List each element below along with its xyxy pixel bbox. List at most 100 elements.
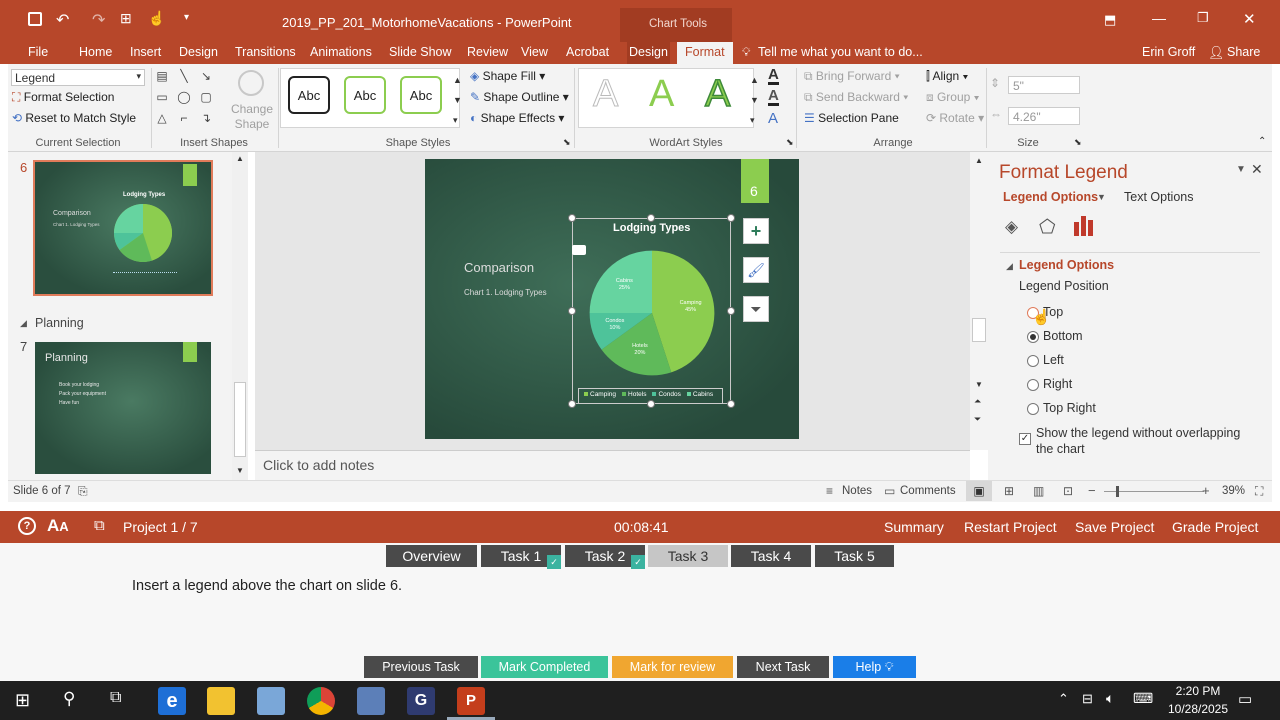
gallery-scroll-icon[interactable]: ▲ ▼ ▾: [453, 70, 462, 130]
text-fill-icon[interactable]: A: [768, 67, 779, 85]
scroll-down-icon[interactable]: ▼: [975, 380, 983, 389]
slideshow-icon[interactable]: ⊡: [1063, 484, 1073, 498]
customize-qat-icon[interactable]: ▾: [184, 12, 189, 23]
tab-format[interactable]: Format: [677, 42, 733, 64]
chrome-icon[interactable]: [307, 687, 335, 715]
gmetrix-icon[interactable]: G: [407, 687, 435, 715]
dialog-launcher-icon[interactable]: ⬊: [1074, 137, 1082, 148]
comment-icon[interactable]: [572, 245, 586, 255]
notes-pane[interactable]: Click to add notes: [255, 450, 970, 480]
next-slide-icon[interactable]: ⏷: [974, 414, 981, 425]
section-collapse-icon[interactable]: ◢: [20, 318, 27, 329]
connector-shape-icon[interactable]: ⌐: [176, 111, 192, 125]
slide-sorter-icon[interactable]: ⊞: [1004, 484, 1014, 498]
rounded-rect-shape-icon[interactable]: ▢: [198, 90, 214, 104]
tab-task-5[interactable]: Task 5: [815, 545, 894, 567]
minimize-icon[interactable]: —: [1152, 10, 1166, 26]
radio-bottom[interactable]: [1027, 331, 1039, 343]
mark-for-review-button[interactable]: Mark for review: [612, 656, 733, 678]
dialog-launcher-icon[interactable]: ⬊: [563, 137, 571, 148]
tab-acrobat[interactable]: Acrobat: [564, 42, 611, 64]
redo-icon[interactable]: ↷: [92, 10, 105, 30]
scroll-up-icon[interactable]: ▲: [236, 154, 244, 163]
ime-icon[interactable]: ⌨: [1133, 690, 1153, 707]
width-input[interactable]: 4.26": [1008, 107, 1080, 125]
presentation-icon[interactable]: ⊞: [120, 10, 132, 27]
chart-legend[interactable]: Camping Hotels Condos Cabins: [584, 391, 724, 401]
textbox-shape-icon[interactable]: ▤: [154, 69, 170, 83]
task-view-icon[interactable]: ⧉: [110, 689, 121, 707]
radio-top-right-label[interactable]: Top Right: [1043, 401, 1096, 415]
format-selection-button[interactable]: ⛶ Format Selection: [12, 90, 114, 105]
reading-view-icon[interactable]: ▥: [1033, 484, 1044, 498]
zoom-in-icon[interactable]: +: [1202, 483, 1210, 498]
share-button[interactable]: Share: [1225, 42, 1262, 64]
clock-date[interactable]: 10/28/2025: [1160, 702, 1236, 716]
line-shape-icon[interactable]: ╲: [176, 69, 192, 83]
ribbon-display-icon[interactable]: ⬒: [1104, 12, 1116, 28]
zoom-slider-thumb[interactable]: [1116, 486, 1119, 497]
share-icon[interactable]: 👤︎: [1208, 45, 1225, 61]
selection-dropdown[interactable]: Legend ▾: [11, 69, 145, 86]
dialog-launcher-icon[interactable]: ⬊: [786, 137, 794, 148]
chart-filters-button[interactable]: ⏷: [743, 296, 769, 322]
radio-bottom-label[interactable]: Bottom: [1043, 329, 1083, 343]
radio-right[interactable]: [1027, 379, 1039, 391]
tab-review[interactable]: Review: [465, 42, 510, 64]
change-shape-button[interactable]: Change Shape: [230, 68, 274, 134]
pane-options-icon[interactable]: ▼: [1236, 164, 1246, 175]
tab-insert[interactable]: Insert: [128, 42, 163, 64]
tray-chevron-icon[interactable]: ⌃: [1058, 691, 1069, 707]
reset-style-button[interactable]: ⟲ Reset to Match Style: [12, 111, 136, 125]
tab-task-4[interactable]: Task 4: [731, 545, 811, 567]
notifications-icon[interactable]: ▭: [1238, 690, 1252, 708]
tab-text-options[interactable]: Text Options: [1124, 190, 1193, 204]
text-size-icon[interactable]: AA: [47, 516, 69, 536]
notes-button[interactable]: Notes: [842, 485, 872, 497]
align-button[interactable]: ⫿ Align ▾: [926, 69, 968, 84]
normal-view-icon[interactable]: ▣: [966, 481, 992, 501]
tab-task-3[interactable]: Task 3: [648, 545, 728, 567]
section-planning[interactable]: Planning: [35, 316, 84, 330]
shapes-gallery[interactable]: ▤ ╲ ↘ ▭ ◯ ▢ △ ⌐ ↴: [154, 69, 224, 131]
zoom-slider[interactable]: [1104, 491, 1204, 492]
fit-slide-icon[interactable]: ⛶: [1255, 484, 1263, 499]
text-effects-icon[interactable]: A: [768, 110, 778, 127]
legend-options-bar-icon[interactable]: [1074, 216, 1094, 236]
resize-handle[interactable]: [727, 400, 735, 408]
volume-icon[interactable]: 🔈︎: [1106, 690, 1114, 707]
tab-home[interactable]: Home: [77, 42, 114, 64]
close-pane-icon[interactable]: ✕: [1251, 161, 1263, 178]
text-outline-icon[interactable]: A: [768, 88, 779, 106]
zoom-level[interactable]: 39%: [1222, 485, 1245, 497]
tell-me-box[interactable]: Tell me what you want to do...: [756, 42, 925, 64]
resize-handle[interactable]: [568, 307, 576, 315]
grade-project-button[interactable]: Grade Project: [1172, 519, 1258, 535]
clock-time[interactable]: 2:20 PM: [1168, 684, 1228, 698]
search-icon[interactable]: ⚲: [63, 689, 75, 709]
oval-shape-icon[interactable]: ◯: [176, 90, 192, 104]
wordart-style-green-outline[interactable]: A: [704, 72, 731, 116]
restore-icon[interactable]: ❐: [1197, 10, 1209, 26]
wordart-style-outline[interactable]: A: [592, 73, 618, 116]
tab-file[interactable]: File: [26, 42, 50, 64]
close-icon[interactable]: ✕: [1243, 10, 1256, 28]
overlap-checkbox[interactable]: ✓: [1019, 433, 1031, 445]
tab-transitions[interactable]: Transitions: [233, 42, 298, 64]
effects-pentagon-icon[interactable]: ⬠: [1039, 216, 1056, 239]
scroll-thumb[interactable]: [234, 382, 246, 457]
pane-scrollbar[interactable]: [1254, 262, 1262, 462]
tab-chart-design[interactable]: Design: [627, 42, 670, 64]
rotate-button[interactable]: ⟳ Rotate ▾: [926, 111, 984, 125]
resize-handle[interactable]: [727, 307, 735, 315]
scroll-up-icon[interactable]: ▲: [975, 156, 983, 165]
tab-animations[interactable]: Animations: [308, 42, 374, 64]
chart-styles-button[interactable]: 🖌︎: [743, 257, 769, 283]
edge-icon[interactable]: e: [158, 687, 186, 715]
slide-subtitle[interactable]: Chart 1. Lodging Types: [464, 288, 547, 297]
resize-handle[interactable]: [647, 400, 655, 408]
network-app-icon[interactable]: [357, 687, 385, 715]
spellcheck-icon[interactable]: ⎘: [78, 484, 88, 499]
thumbnail-scrollbar[interactable]: ▲ ▼: [232, 152, 248, 480]
shape-fill-button[interactable]: ◈ Shape Fill ▾: [470, 69, 545, 83]
